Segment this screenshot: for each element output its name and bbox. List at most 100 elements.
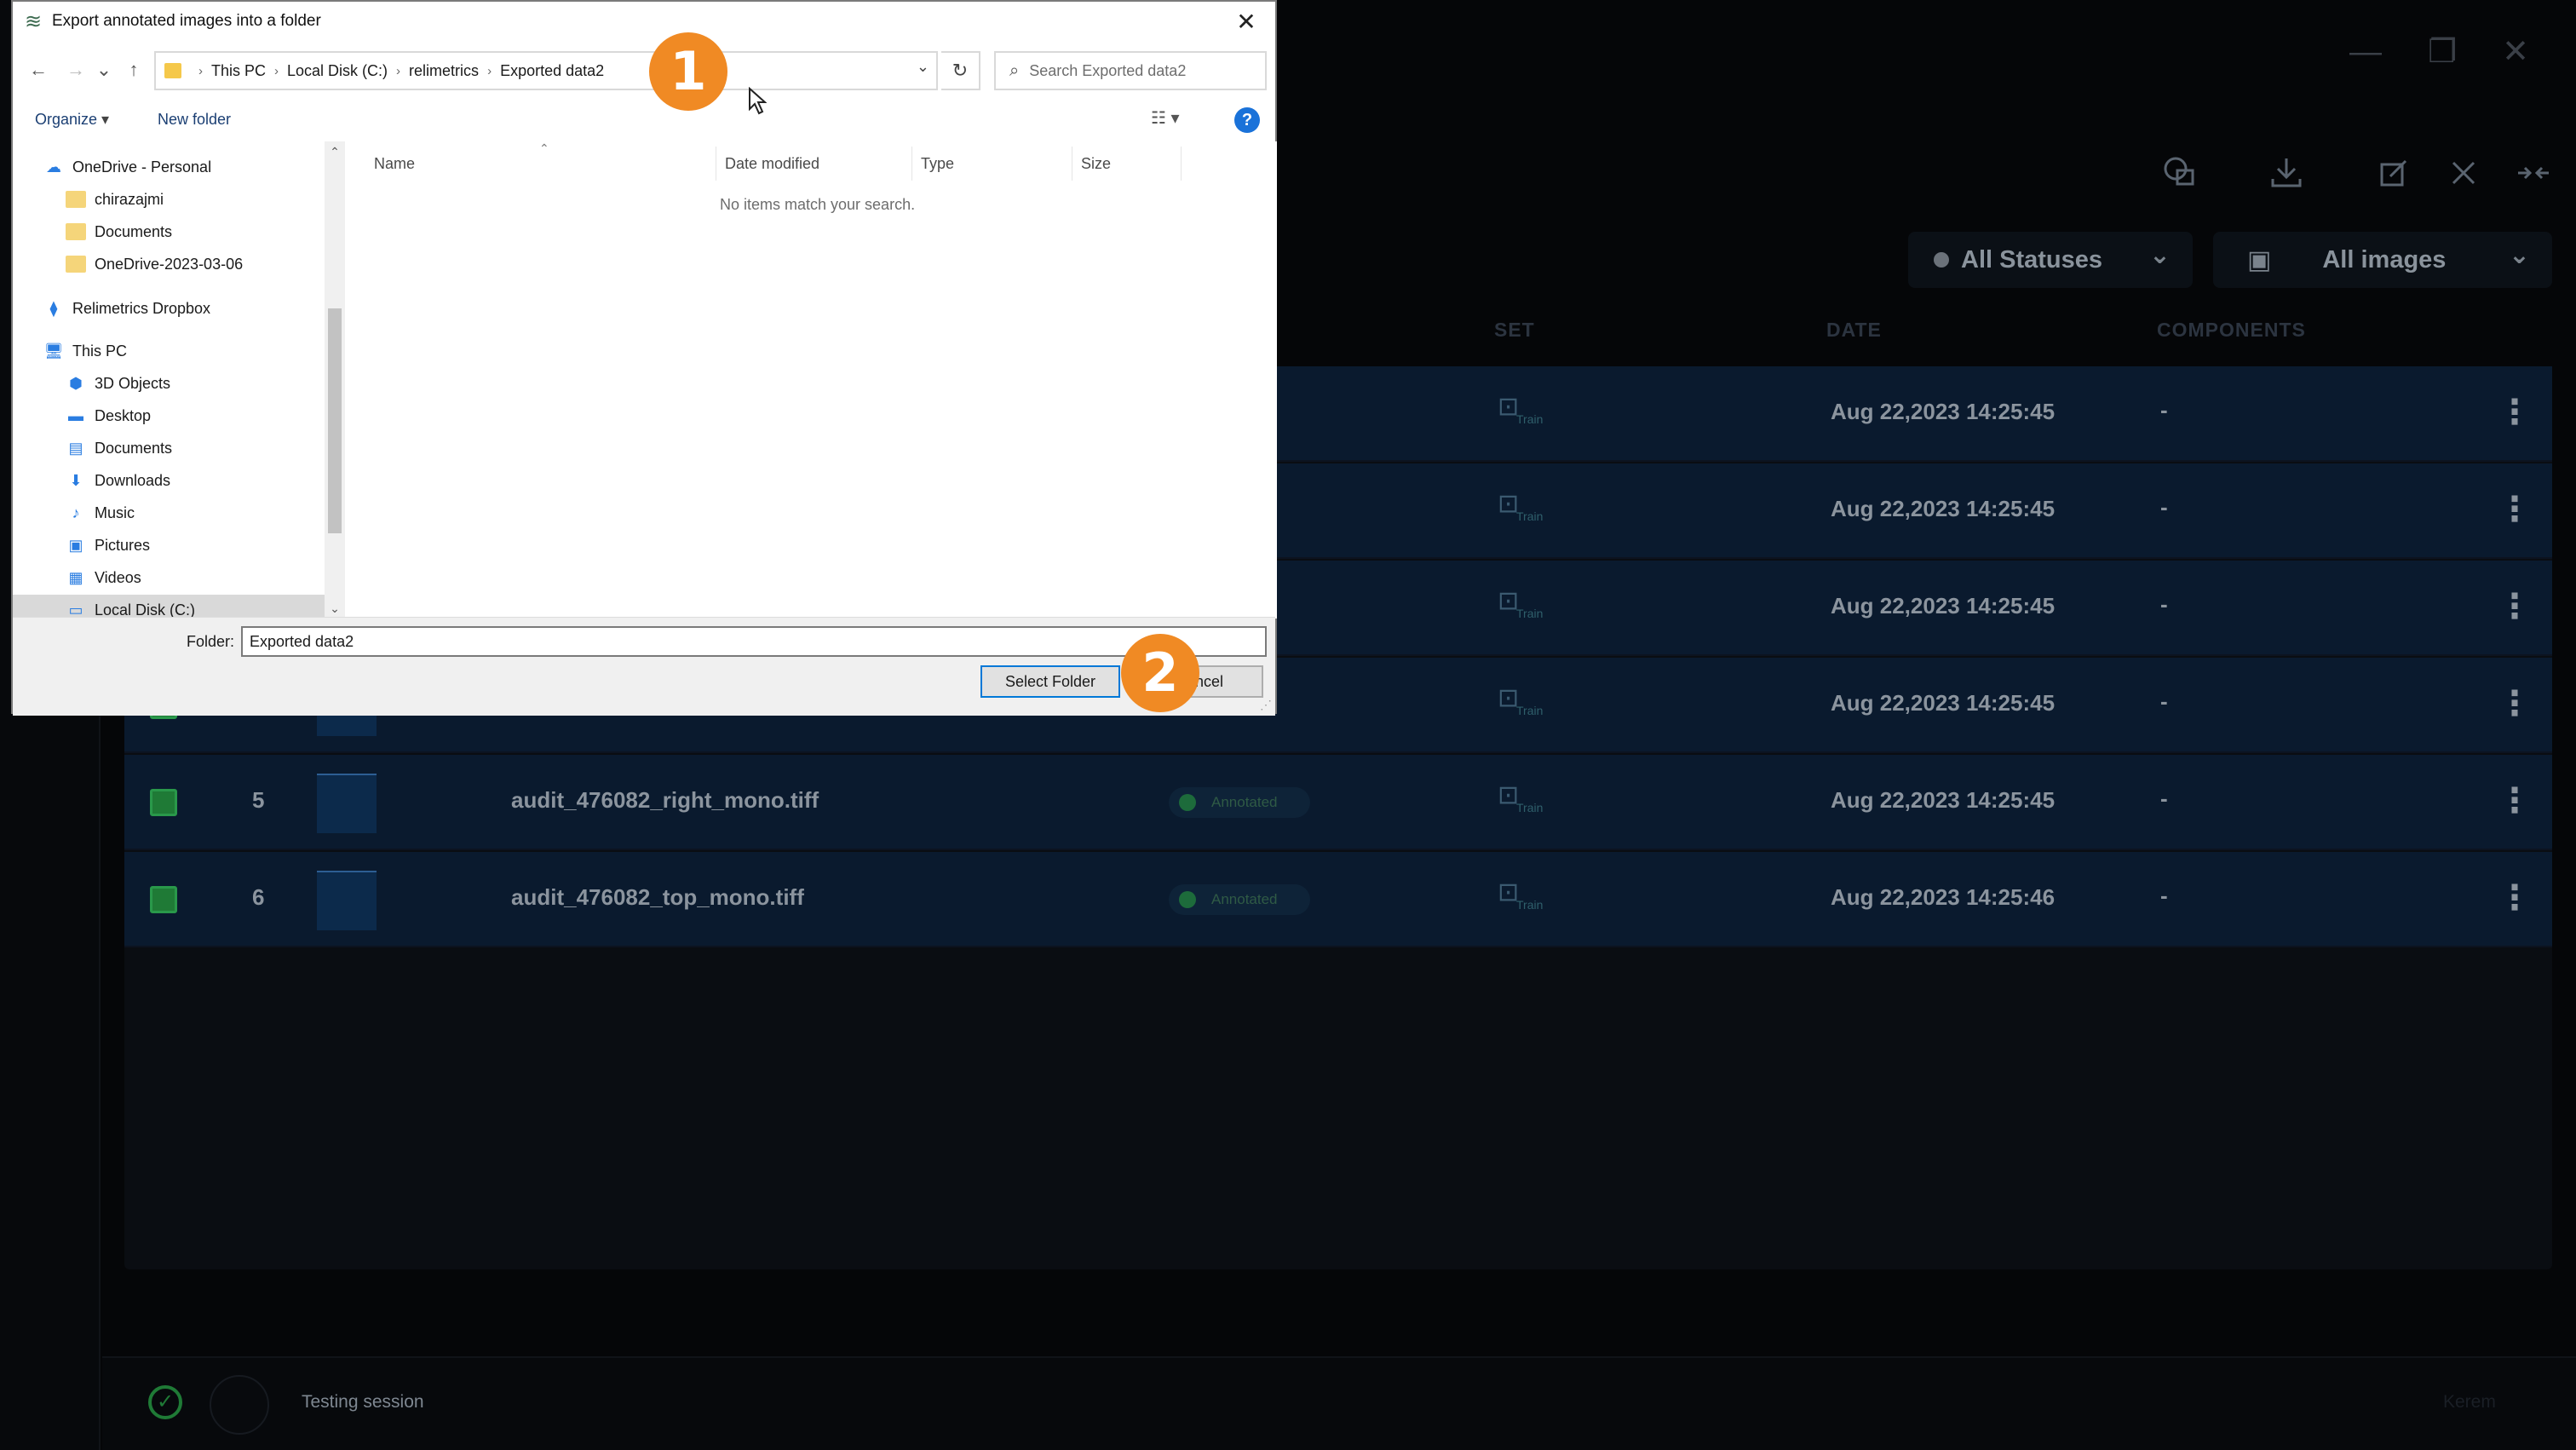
chat-copy-icon[interactable] [2153,153,2205,204]
scrollbar-thumb[interactable] [328,308,342,533]
set-label: Train [1516,704,1544,717]
tree-item[interactable]: Documents [13,216,325,247]
file-name[interactable]: audit_476082_top_mono.tiff [511,884,804,911]
row-number: 5 [252,787,265,813]
breadcrumb-local-disk[interactable]: Local Disk (C:) [287,62,388,80]
tree-item-label: Pictures [95,536,151,554]
train-set-icon: ⊡ Train [1498,781,1544,814]
file-name[interactable]: audit_476082_right_mono.tiff [511,787,819,814]
column-header-components[interactable]: COMPONENTS [2157,319,2306,342]
tree-item[interactable]: OneDrive-2023-03-06 [13,249,325,279]
minimize-icon[interactable]: — [2344,31,2387,73]
tree-item[interactable]: ⬇ Downloads [13,465,325,496]
tree-item[interactable]: ▤ Documents [13,433,325,463]
chevron-down-icon: ⌄ [2508,241,2530,269]
back-arrow-icon[interactable]: ← [23,53,54,87]
folder-icon [66,256,86,273]
tree-item[interactable]: chirazajmi [13,184,325,215]
window-close-icon[interactable]: ✕ [2494,31,2537,73]
edit-icon[interactable] [2368,153,2419,204]
download-arrow-icon: ⬇ [69,472,83,489]
new-folder-button[interactable]: New folder [158,111,231,129]
image-thumbnail[interactable] [317,774,377,833]
kebab-menu-icon[interactable]: ⋮ [2498,583,2532,634]
kebab-menu-icon[interactable]: ⋮ [2498,680,2532,731]
row-checkbox[interactable] [150,789,177,816]
breadcrumb-relimetrics[interactable]: relimetrics [409,62,479,80]
search-input[interactable]: ⌕ Search Exported data2 [994,51,1267,90]
kebab-menu-icon[interactable]: ⋮ [2498,777,2532,828]
tree-item[interactable]: ▭ Local Disk (C:) [13,595,325,619]
tree-item[interactable]: ▬ Desktop [13,400,325,431]
tree-item[interactable]: ♪ Music [13,498,325,528]
close-icon[interactable]: ✕ [1229,5,1263,39]
column-header-date[interactable]: DATE [1826,319,1882,342]
organize-button[interactable]: Organize [35,111,109,129]
image-filter[interactable]: ▣ All images ⌄ [2213,232,2552,288]
set-label: Train [1516,801,1544,814]
table-row[interactable]: 5 audit_476082_right_mono.tiff Annotated ⊡ T… [124,755,2552,850]
scroll-up-icon[interactable]: ⌃ [325,141,345,162]
breadcrumb-exported-data2[interactable]: Exported data2 [500,62,604,80]
resize-grip-icon[interactable]: ⋰ [1260,698,1272,712]
recent-locations-icon[interactable]: ⌄ [95,53,113,87]
status-filter[interactable]: All Statuses ⌄ [1908,232,2193,288]
chevron-down-icon: ⌄ [2148,241,2171,269]
folder-name-input[interactable]: Exported data2 [241,626,1267,657]
help-icon[interactable]: ? [1234,107,1260,133]
avatar[interactable] [210,1375,269,1435]
tree-item[interactable]: 🖥 This PC [13,336,325,366]
tree-item[interactable]: ⬢ 3D Objects [13,368,325,399]
dropbox-icon: ⧫ [49,300,58,317]
music-icon: ♪ [72,504,80,521]
tree-scrollbar[interactable]: ⌃ ⌄ [325,141,345,619]
up-arrow-icon[interactable]: ↑ [118,53,149,87]
callout-step-2: 2 [1121,634,1199,712]
column-header-size[interactable]: Size [1072,147,1182,181]
cloud-icon: ☁ [46,158,61,175]
column-header-date-modified[interactable]: Date modified [716,147,912,181]
train-set-icon: ⊡ Train [1498,878,1544,912]
tree-item[interactable]: ⧫ Relimetrics Dropbox [13,293,325,324]
tree-item-label: Downloads [95,471,171,489]
chevron-down-icon[interactable]: ⌄ [917,58,929,76]
fullscreen-icon[interactable] [2438,153,2489,204]
image-thumbnail[interactable] [317,871,377,930]
forward-arrow-icon[interactable]: → [60,53,91,87]
dialog-footer: Folder: Exported data2 Select Folder Can… [13,617,1275,716]
select-folder-button[interactable]: Select Folder [980,665,1120,698]
kebab-menu-icon[interactable]: ⋮ [2498,388,2532,440]
column-header-set[interactable]: SET [1494,319,1535,342]
tree-item-label: Documents [95,222,173,240]
row-components: - [2160,785,2168,811]
table-row[interactable]: 6 audit_476082_top_mono.tiff Annotated ⊡ Tra… [124,852,2552,947]
computer-icon: 🖥 [43,342,64,360]
tree-item[interactable]: ▦ Videos [13,562,325,593]
kebab-menu-icon[interactable]: ⋮ [2498,486,2532,537]
download-icon[interactable] [2261,153,2312,204]
refresh-icon[interactable]: ↻ [941,51,980,90]
column-header-type[interactable]: Type [912,147,1072,181]
tree-item[interactable]: ▣ Pictures [13,530,325,561]
view-options-icon[interactable]: ☷ ▾ [1151,107,1202,133]
cube-icon: ⬢ [69,375,83,392]
tree-item[interactable]: ☁ OneDrive - Personal [13,152,325,182]
address-bar[interactable]: › This PC › Local Disk (C:) › relimetric… [154,51,938,90]
collapse-icon[interactable] [2508,153,2559,204]
empty-message: No items match your search. [720,196,916,213]
kebab-menu-icon[interactable]: ⋮ [2498,874,2532,925]
train-set-icon: ⊡ Train [1498,393,1544,426]
row-checkbox[interactable] [150,886,177,913]
folder-icon [66,223,86,240]
row-components: - [2160,883,2168,908]
document-icon: ▤ [68,440,83,457]
breadcrumb-this-pc[interactable]: This PC [211,62,266,80]
maximize-icon[interactable]: ❐ [2421,31,2464,73]
folder-icon [164,63,181,78]
row-components: - [2160,688,2168,714]
check-circle-icon: ✓ [148,1385,182,1419]
scroll-down-icon[interactable]: ⌄ [325,598,345,619]
drive-icon: ▭ [68,601,83,619]
tree-item-label: Local Disk (C:) [95,601,196,619]
tree-item-label: Music [95,503,135,521]
